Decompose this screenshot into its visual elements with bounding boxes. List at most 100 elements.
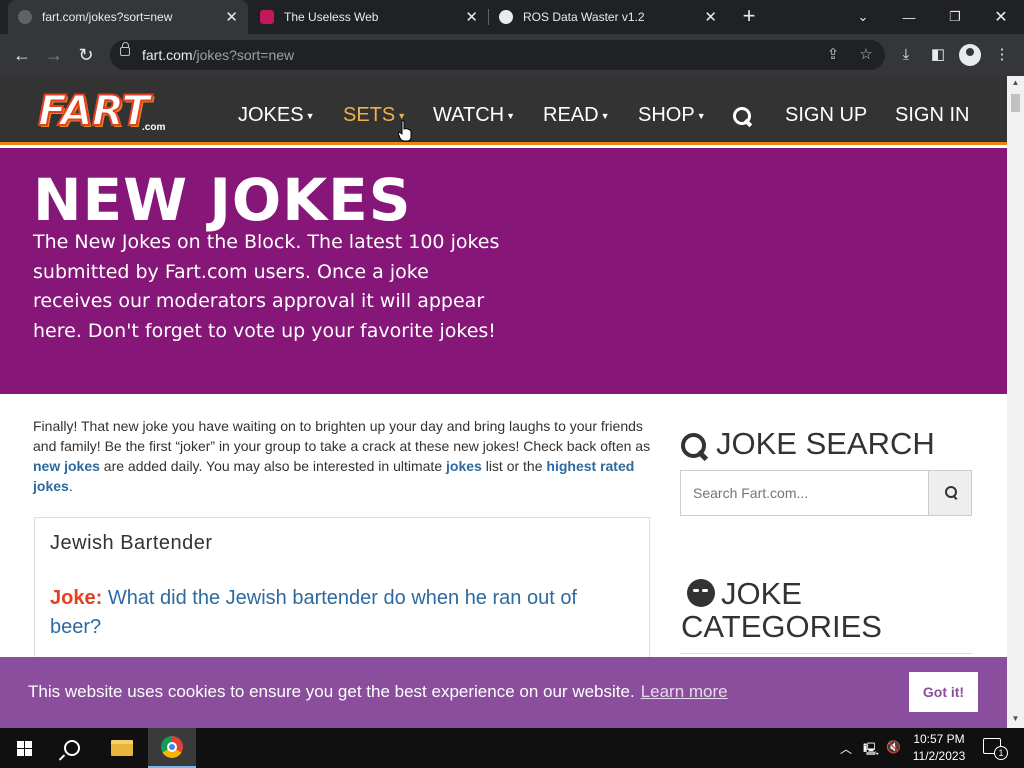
nav-jokes[interactable]: JOKES ▼ — [238, 104, 315, 127]
close-window-icon[interactable]: ✕ — [978, 0, 1024, 34]
nav-label: SETS — [343, 104, 396, 126]
cookie-message: This website uses cookies to ensure you … — [28, 682, 728, 702]
tab-title: fart.com/jokes?sort=new — [42, 10, 173, 24]
back-arrow-icon[interactable]: ← — [9, 42, 35, 68]
hand-cursor-icon — [398, 120, 412, 142]
file-explorer-button[interactable] — [98, 728, 146, 768]
page-viewport: FART .com JOKES ▼ SETS ▼ WATCH ▼ READ ▼ SHOP… — [0, 76, 1007, 728]
minimize-icon[interactable]: — — [886, 0, 932, 34]
got-it-button[interactable]: Got it! — [909, 672, 978, 712]
joke-search-heading: JOKE SEARCH — [716, 426, 935, 461]
share-icon[interactable]: ⇪ — [823, 45, 843, 65]
url-host: fart.com — [142, 47, 193, 63]
folder-icon — [111, 740, 133, 756]
categories-divider — [680, 653, 972, 654]
close-tab-icon[interactable]: ✕ — [465, 8, 478, 26]
scrollbar-thumb[interactable] — [1011, 94, 1020, 112]
tab-useless-web[interactable]: The Useless Web ✕ — [250, 0, 488, 34]
nav-search-icon[interactable] — [732, 106, 752, 126]
taskbar-search-button[interactable] — [48, 728, 96, 768]
close-tab-icon[interactable]: ✕ — [225, 8, 238, 26]
intro-text: list or the — [481, 458, 547, 474]
lock-icon — [120, 42, 130, 56]
caret-down-icon: ▼ — [506, 110, 516, 121]
nav-sets[interactable]: SETS ▼ — [343, 104, 406, 127]
site-search-input[interactable] — [680, 470, 928, 516]
tab-ros-data-waster[interactable]: ROS Data Waster v1.2 ✕ — [489, 0, 727, 34]
system-clock[interactable]: 10:57 PM 11/2/2023 — [904, 731, 974, 765]
browser-tab-bar: fart.com/jokes?sort=new ✕ The Useless We… — [0, 0, 1024, 34]
cookie-text: This website uses cookies to ensure you … — [28, 682, 635, 701]
intro-text: Finally! That new joke you have waiting … — [33, 418, 651, 454]
nav-sign-up[interactable]: SIGN UP — [785, 104, 867, 127]
nav-shop[interactable]: SHOP ▼ — [638, 104, 706, 127]
nav-label: WATCH — [433, 104, 505, 126]
url-text[interactable]: fart.com/jokes?sort=new — [142, 47, 294, 63]
page-title: NEW JOKES — [33, 166, 412, 234]
tab-title: The Useless Web — [284, 10, 379, 24]
caret-down-icon: ▼ — [696, 110, 706, 121]
notification-count-badge: 1 — [994, 746, 1008, 760]
scroll-down-arrow-icon[interactable]: ▼ — [1011, 714, 1020, 723]
tab-search-chevron-icon[interactable]: ⌄ — [840, 0, 886, 34]
search-icon — [64, 740, 80, 756]
learn-more-link[interactable]: Learn more — [641, 682, 728, 701]
windows-logo-icon — [16, 740, 32, 756]
site-logo-suffix: .com — [142, 122, 166, 133]
cookie-banner: This website uses cookies to ensure you … — [0, 657, 1007, 728]
scroll-up-arrow-icon[interactable]: ▲ — [1011, 78, 1020, 87]
intro-text: are added daily. You may also be interes… — [99, 458, 446, 474]
site-search-button[interactable] — [928, 470, 972, 516]
ros-favicon-icon — [499, 10, 513, 24]
new-jokes-link[interactable]: new jokes — [33, 458, 100, 474]
browser-toolbar: ← → ↻ fart.com/jokes?sort=new ⇪ ☆ ⤓ ◧ ⋮ — [0, 34, 1024, 76]
caret-down-icon: ▼ — [305, 110, 315, 121]
nav-label: SHOP — [638, 104, 695, 126]
hero-banner: NEW JOKES The New Jokes on the Block. Th… — [0, 148, 1007, 394]
forward-arrow-icon[interactable]: → — [41, 42, 67, 68]
nav-label: READ — [543, 104, 599, 126]
chrome-taskbar-button[interactable] — [148, 728, 196, 768]
nav-watch[interactable]: WATCH ▼ — [433, 104, 515, 127]
new-tab-plus-icon[interactable]: + — [738, 5, 760, 27]
tray-chevron-up-icon[interactable]: ︿ — [840, 740, 852, 757]
restore-icon[interactable]: ❐ — [932, 0, 978, 34]
nav-sign-in[interactable]: SIGN IN — [895, 104, 969, 127]
volume-muted-icon[interactable]: 🔇 — [886, 740, 901, 754]
address-bar[interactable]: fart.com/jokes?sort=new ⇪ ☆ — [110, 40, 885, 70]
globe-icon — [18, 10, 32, 24]
clock-date: 11/2/2023 — [912, 749, 966, 763]
close-tab-icon[interactable]: ✕ — [704, 8, 717, 26]
page-scrollbar[interactable]: ▲ ▼ — [1007, 76, 1024, 728]
profile-avatar[interactable] — [959, 44, 981, 66]
joke-categories-heading: JOKE CATEGORIES — [681, 576, 882, 644]
site-logo[interactable]: FART — [37, 86, 151, 136]
bookmark-star-icon[interactable]: ☆ — [856, 45, 876, 65]
intro-paragraph: Finally! That new joke you have waiting … — [33, 416, 653, 496]
start-button[interactable] — [0, 728, 48, 768]
search-icon — [681, 433, 709, 461]
jokes-link[interactable]: jokes — [446, 458, 482, 474]
network-icon[interactable]: 🖳 — [863, 740, 879, 761]
intro-text: . — [68, 478, 73, 494]
clock-time: 10:57 PM — [913, 732, 965, 746]
reload-icon[interactable]: ↻ — [73, 42, 99, 68]
useless-web-favicon-icon — [260, 10, 274, 24]
windows-taskbar: ︿ 🖳 🔇 10:57 PM 11/2/2023 1 — [0, 728, 1024, 768]
download-icon[interactable]: ⤓ — [895, 44, 917, 66]
page-description: The New Jokes on the Block. The latest 1… — [33, 231, 500, 342]
tab-fart-jokes[interactable]: fart.com/jokes?sort=new ✕ — [8, 0, 248, 34]
tab-title: ROS Data Waster v1.2 — [523, 10, 645, 24]
joke-body: Joke: What did the Jewish bartender do w… — [50, 584, 630, 642]
site-header: FART .com JOKES ▼ SETS ▼ WATCH ▼ READ ▼ SHOP… — [0, 76, 1007, 145]
nav-read[interactable]: READ ▼ — [543, 104, 610, 127]
url-path: /jokes?sort=new — [192, 47, 295, 63]
caret-down-icon: ▼ — [600, 110, 610, 121]
joke-question: What did the Jewish bartender do when he… — [50, 587, 577, 638]
joke-title[interactable]: Jewish Bartender — [50, 532, 213, 555]
side-panel-icon[interactable]: ◧ — [927, 44, 949, 66]
menu-kebab-icon[interactable]: ⋮ — [991, 44, 1013, 66]
joke-label: Joke: — [50, 587, 103, 609]
nav-label: JOKES — [238, 104, 304, 126]
chrome-icon — [161, 736, 183, 758]
